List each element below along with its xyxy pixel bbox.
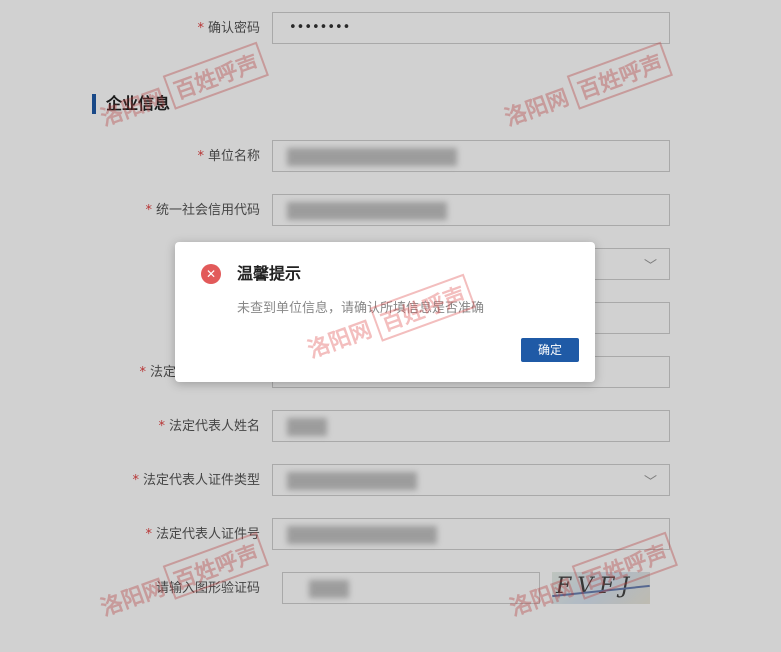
error-icon: ✕: [201, 264, 221, 284]
watermark: 洛阳网百姓呼声: [302, 273, 477, 367]
dialog-title: 温馨提示: [237, 264, 302, 283]
alert-dialog: ✕ 温馨提示 未查到单位信息，请确认所填信息是否准确 确定 洛阳网百姓呼声: [175, 242, 595, 382]
confirm-button[interactable]: 确定: [521, 338, 579, 362]
dialog-message: 未查到单位信息，请确认所填信息是否准确: [237, 301, 485, 316]
